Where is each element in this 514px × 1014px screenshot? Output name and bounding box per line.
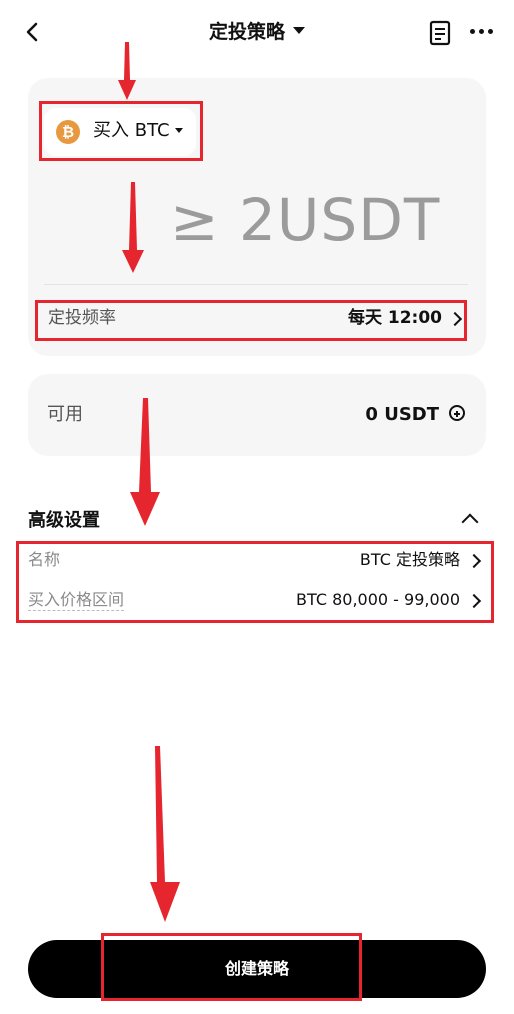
annotation-box-create [101,933,362,1001]
collapse-chevron-up-icon[interactable] [461,513,479,531]
divider [44,284,468,285]
available-value: 0 USDT [365,404,439,425]
title-dropdown-caret-icon [293,27,305,34]
annotation-box-coin [39,101,203,161]
document-icon[interactable] [428,20,452,46]
page-title-text: 定投策略 [208,21,285,43]
amount-input[interactable]: ≥ 2USDT [170,180,470,260]
advanced-settings-title: 高级设置 [28,510,100,531]
more-dots-icon[interactable] [468,29,496,37]
available-label: 可用 [47,404,83,425]
annotation-box-advanced [16,541,494,623]
add-funds-plus-icon[interactable] [449,405,465,421]
annotation-arrow-4 [150,746,180,922]
annotation-box-frequency [35,300,467,341]
